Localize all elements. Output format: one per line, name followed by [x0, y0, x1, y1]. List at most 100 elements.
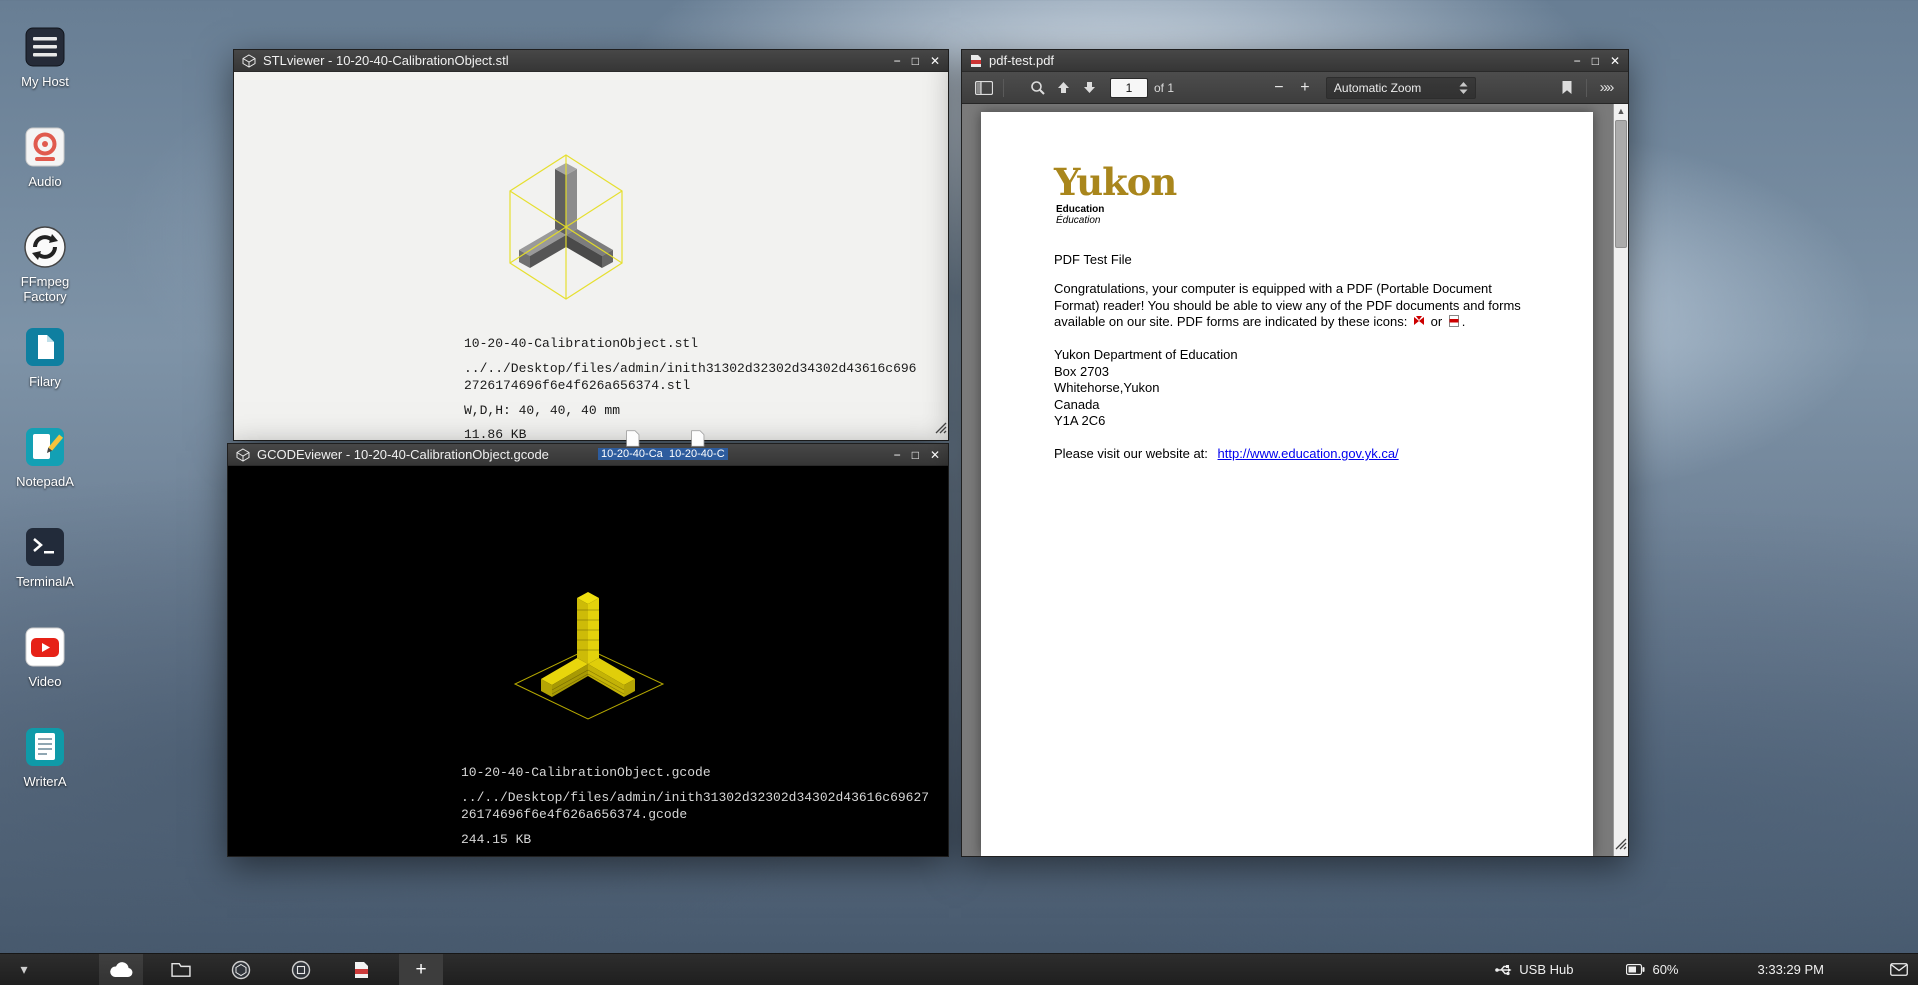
- stl-filepath-line2: 2726174696f6e4f626a656374.stl: [464, 377, 916, 394]
- resize-grip[interactable]: [1613, 836, 1627, 855]
- desktop-icon-audio[interactable]: Audio: [8, 124, 82, 190]
- desktop-icon-label: NotepadA: [16, 475, 74, 490]
- zoom-out-button[interactable]: −: [1266, 76, 1292, 100]
- pdf-doc-paragraph: Congratulations, your computer is equipp…: [1054, 281, 1526, 331]
- page-number-input[interactable]: [1110, 78, 1148, 98]
- zoom-out-icon: −: [1274, 79, 1283, 97]
- zoom-select[interactable]: Automatic Zoom: [1326, 77, 1476, 99]
- stl-app-icon: [242, 54, 256, 68]
- mail-icon[interactable]: [1890, 963, 1908, 976]
- zoom-select-label: Automatic Zoom: [1334, 81, 1421, 95]
- toolbar-overflow-button[interactable]: »»: [1593, 76, 1619, 100]
- previous-page-button[interactable]: [1050, 76, 1076, 100]
- gcode-window-titlebar[interactable]: GCODEviewer - 10-20-40-CalibrationObject…: [228, 444, 948, 466]
- desktop-icon-my-host[interactable]: My Host: [8, 24, 82, 90]
- stl-filepath-line1: ../../Desktop/files/admin/inith31302d323…: [464, 360, 916, 377]
- resize-grip[interactable]: [933, 420, 947, 439]
- bookmark-icon: [1561, 80, 1573, 95]
- desktop-icon-video[interactable]: Video: [8, 624, 82, 690]
- stl-3d-viewport[interactable]: 10-20-40-CalibrationObject.stl ../../Des…: [234, 72, 948, 440]
- desktop-icon-terminala[interactable]: TerminalA: [8, 524, 82, 590]
- address-line: Yukon Department of Education: [1054, 347, 1527, 364]
- pdf-app-icon: [970, 54, 982, 68]
- bookmark-button[interactable]: [1554, 76, 1580, 100]
- folder-icon: [170, 961, 192, 978]
- stl-file-info: 10-20-40-CalibrationObject.stl ../../Des…: [464, 336, 916, 440]
- address-line: Box 2703: [1054, 364, 1527, 381]
- arrow-up-icon: [1057, 81, 1070, 94]
- scrollbar-track[interactable]: ▲: [1613, 104, 1628, 856]
- stl-dimensions: W,D,H: 40, 40, 40 mm: [464, 403, 916, 418]
- scroll-up-arrow[interactable]: ▲: [1614, 104, 1628, 118]
- pdf-doc-address: Yukon Department of Education Box 2703 W…: [1054, 347, 1527, 430]
- gcode-app-icon: [236, 448, 250, 462]
- zoom-in-button[interactable]: +: [1292, 76, 1318, 100]
- scrollbar-thumb[interactable]: [1615, 120, 1627, 248]
- toolbar-separator: [1586, 79, 1587, 97]
- minimize-button[interactable]: −: [894, 51, 901, 71]
- pdf-page: Yukon Education Éducation PDF Test File …: [981, 112, 1593, 856]
- notepad-icon: [22, 424, 68, 470]
- close-button[interactable]: ✕: [1610, 51, 1620, 71]
- zoom-in-icon: +: [1300, 79, 1309, 97]
- plus-icon: +: [415, 955, 426, 985]
- file-icon[interactable]: 10-20-40-C: [666, 430, 728, 460]
- battery-percent-label: 60%: [1652, 962, 1678, 977]
- pdfviewer-app-icon: [354, 961, 369, 979]
- maximize-button[interactable]: □: [912, 51, 919, 71]
- website-label: Please visit our website at:: [1054, 446, 1208, 461]
- close-button[interactable]: ✕: [930, 51, 940, 71]
- battery-tray-item[interactable]: 60%: [1626, 962, 1678, 977]
- taskbar: ▾ + USB Hub 60% 3:33:29 PM: [0, 953, 1918, 985]
- desktop-icon-ffmpeg-factory[interactable]: FFmpeg Factory: [8, 224, 82, 304]
- taskbar-new-button[interactable]: +: [399, 954, 443, 985]
- desktop-icon-label: TerminalA: [16, 575, 74, 590]
- file-icon[interactable]: 10-20-40-Ca: [598, 430, 666, 460]
- minimize-button[interactable]: −: [894, 445, 901, 465]
- taskbar-menu-caret[interactable]: ▾: [14, 961, 34, 978]
- minimize-button[interactable]: −: [1574, 51, 1581, 71]
- stlviewer-app-icon: [231, 960, 251, 980]
- desktop-icon-filary[interactable]: Filary: [8, 324, 82, 390]
- find-button[interactable]: [1024, 76, 1050, 100]
- pdf-window-titlebar[interactable]: pdf-test.pdf − □ ✕: [962, 50, 1628, 72]
- pdf-toolbar: of 1 − + Automatic Zoom »»: [962, 72, 1628, 104]
- taskbar-files-button[interactable]: [99, 954, 143, 985]
- desktop: { "desktop": { "icons": [ { "name": "my-…: [0, 0, 1918, 985]
- usb-icon: [1495, 962, 1512, 977]
- desktop-icon-notepada[interactable]: NotepadA: [8, 424, 82, 490]
- taskbar-stlviewer-button[interactable]: [219, 954, 263, 985]
- arrow-down-icon: [1083, 81, 1096, 94]
- desktop-icon-label: Audio: [28, 175, 61, 190]
- pdf-doc-heading: PDF Test File: [1054, 252, 1527, 267]
- system-tray: USB Hub 60% 3:33:29 PM: [1495, 962, 1918, 977]
- close-button[interactable]: ✕: [930, 445, 940, 465]
- clock: 3:33:29 PM: [1758, 962, 1825, 977]
- next-page-button[interactable]: [1076, 76, 1102, 100]
- yukon-logo-text: Yukon: [1054, 164, 1527, 201]
- gcodeviewer-app-icon: [291, 960, 311, 980]
- stl-window-titlebar[interactable]: STLviewer - 10-20-40-CalibrationObject.s…: [234, 50, 948, 72]
- gcode-3d-viewport[interactable]: 10-20-40-CalibrationObject.gcode ../../D…: [228, 466, 948, 856]
- paragraph-period: .: [1462, 314, 1466, 329]
- filary-icon: [22, 324, 68, 370]
- file-page-icon: [682, 430, 712, 447]
- taskbar-file-manager-button[interactable]: [159, 954, 203, 985]
- ffmpeg-icon: [22, 224, 68, 270]
- usb-hub-label: USB Hub: [1519, 962, 1573, 977]
- maximize-button[interactable]: □: [1592, 51, 1599, 71]
- page-count-label: of 1: [1154, 81, 1174, 95]
- gcode-filepath-line1: ../../Desktop/files/admin/inith31302d323…: [461, 789, 929, 806]
- website-link[interactable]: http://www.education.gov.yk.ca/: [1218, 446, 1399, 461]
- yukon-logo-sub2: Éducation: [1056, 215, 1527, 226]
- maximize-button[interactable]: □: [912, 445, 919, 465]
- select-spinner-icon: [1459, 82, 1468, 94]
- taskbar-pdfviewer-button[interactable]: [339, 954, 383, 985]
- yukon-logo: Yukon Education Éducation: [1054, 164, 1527, 226]
- sidebar-toggle-button[interactable]: [971, 76, 997, 100]
- desktop-icon-writera[interactable]: WriterA: [8, 724, 82, 790]
- desktop-icon-label: WriterA: [23, 775, 66, 790]
- usb-hub-tray-item[interactable]: USB Hub: [1495, 962, 1573, 977]
- gcode-window-title: GCODEviewer - 10-20-40-CalibrationObject…: [257, 447, 887, 462]
- taskbar-gcodeviewer-button[interactable]: [279, 954, 323, 985]
